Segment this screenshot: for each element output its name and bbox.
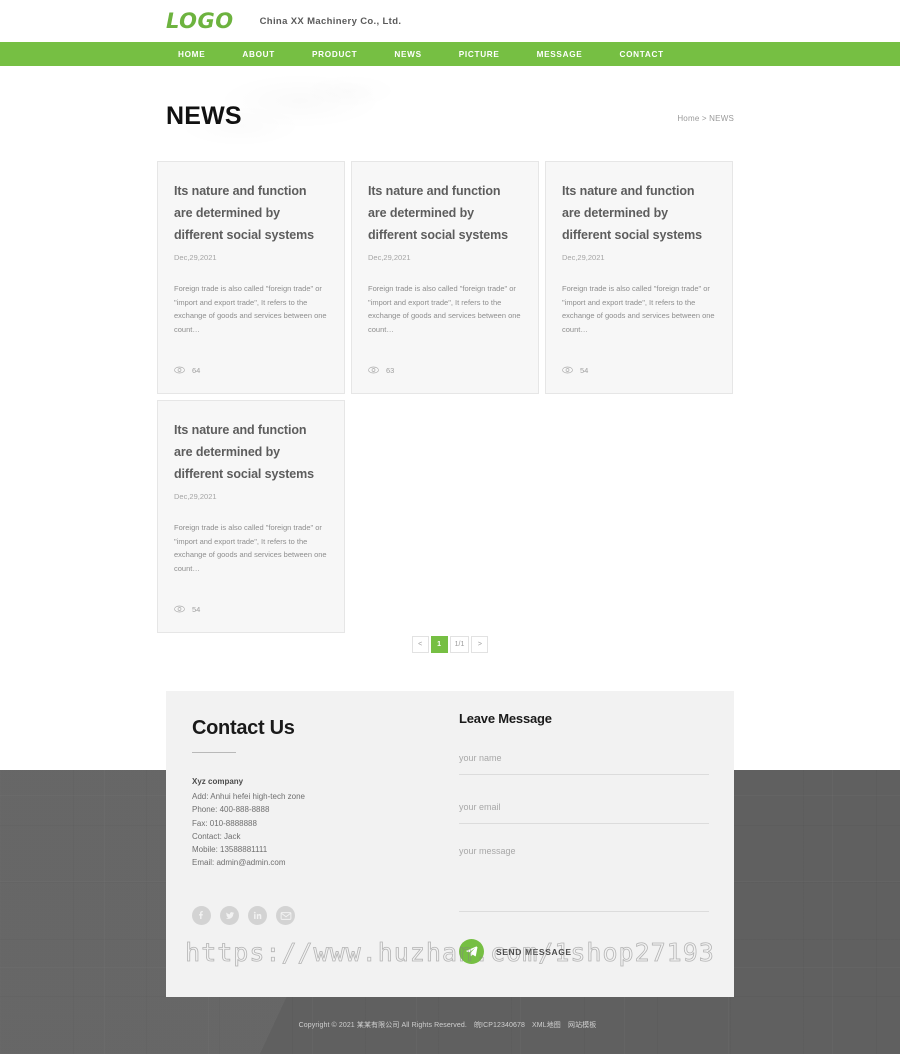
name-input[interactable]: [459, 753, 709, 763]
name-field-wrapper: [459, 748, 709, 775]
footer-copyright: Copyright © 2021 某某有限公司 All Rights Reser…: [298, 1022, 467, 1029]
page-title: NEWS: [166, 102, 242, 130]
news-card-views: 54: [580, 365, 589, 375]
news-card-date: Dec,29,2021: [174, 253, 217, 262]
news-card[interactable]: Its nature and function are determined b…: [157, 161, 345, 394]
news-card-date: Dec,29,2021: [562, 253, 605, 262]
twitter-icon[interactable]: [220, 906, 239, 925]
contact-address: Add: Anhui hefei high-tech zone: [192, 792, 305, 801]
footer-xml-map[interactable]: XML地图: [532, 1022, 561, 1029]
contact-mobile: Mobile: 13588881111: [192, 845, 268, 855]
news-card-date: Dec,29,2021: [174, 492, 217, 501]
breadcrumb[interactable]: Home > NEWS: [677, 114, 734, 123]
pagination: < 1 1/1 >: [0, 636, 900, 653]
news-card-excerpt: Foreign trade is also called "foreign tr…: [562, 284, 715, 334]
news-card-meta: 54: [562, 361, 716, 379]
nav-item-picture[interactable]: PICTURE: [457, 50, 502, 59]
company-name: China XX Machinery Co., Ltd.: [259, 15, 402, 27]
message-field-wrapper: [459, 844, 709, 912]
nav-item-message[interactable]: MESSAGE: [535, 50, 585, 59]
contact-phone: Phone: 400-888-8888: [192, 805, 270, 815]
news-grid: Its nature and function are determined b…: [157, 161, 743, 633]
contact-email: Email: admin@admin.com: [192, 858, 286, 868]
site-footer: Copyright © 2021 某某有限公司 All Rights Reser…: [0, 1014, 900, 1054]
heading-divider: [192, 752, 236, 753]
contact-fax: Fax: 010-8888888: [192, 818, 257, 828]
news-card-excerpt: Foreign trade is also called "foreign tr…: [174, 523, 327, 573]
site-header: LOGO China XX Machinery Co., Ltd.: [0, 0, 900, 42]
page-hero: NEWS Home > NEWS: [0, 66, 900, 161]
form-heading: Leave Message: [459, 711, 552, 726]
eye-icon: [174, 600, 185, 618]
contact-lines: Xyz company Add: Anhui hefei high-tech z…: [192, 777, 442, 870]
news-card[interactable]: Its nature and function are determined b…: [351, 161, 539, 394]
news-card-title: Its nature and function are determined b…: [174, 423, 315, 481]
eye-icon: [368, 361, 379, 379]
send-message-button[interactable]: SEND MESSAGE: [459, 939, 572, 964]
news-card-meta: 64: [174, 361, 328, 379]
news-card-excerpt: Foreign trade is also called "foreign tr…: [368, 284, 521, 334]
pagination-next[interactable]: >: [471, 636, 489, 653]
news-card-views: 54: [192, 604, 201, 614]
eye-icon: [174, 361, 185, 379]
news-card-title: Its nature and function are determined b…: [562, 184, 703, 242]
footer-icp[interactable]: 皖ICP12340678: [474, 1022, 525, 1029]
pagination-page-1[interactable]: 1: [430, 636, 448, 653]
message-input[interactable]: [459, 844, 709, 906]
header-inner: LOGO China XX Machinery Co., Ltd.: [166, 0, 734, 42]
contact-company: Xyz company: [192, 777, 244, 786]
nav-item-news[interactable]: NEWS: [392, 50, 423, 59]
news-card[interactable]: Its nature and function are determined b…: [545, 161, 733, 394]
message-form: Leave Message: [459, 711, 709, 912]
footer-template[interactable]: 网站模板: [568, 1022, 596, 1029]
pagination-prev[interactable]: <: [411, 636, 429, 653]
news-card-excerpt: Foreign trade is also called "foreign tr…: [174, 284, 327, 334]
news-card-views: 64: [192, 365, 201, 375]
linkedin-icon[interactable]: [248, 906, 267, 925]
nav-item-about[interactable]: ABOUT: [240, 50, 277, 59]
contact-info-block: Contact Us Xyz company Add: Anhui hefei …: [192, 717, 442, 870]
news-card-meta: 63: [368, 361, 522, 379]
news-card-date: Dec,29,2021: [368, 253, 411, 262]
news-card-views: 63: [386, 365, 395, 375]
send-icon: [459, 939, 484, 964]
social-links: [192, 906, 295, 925]
news-card-title: Its nature and function are determined b…: [368, 184, 509, 242]
email-icon[interactable]: [276, 906, 295, 925]
facebook-icon[interactable]: [192, 906, 211, 925]
send-message-label: SEND MESSAGE: [496, 946, 572, 957]
news-card[interactable]: Its nature and function are determined b…: [157, 400, 345, 633]
contact-panel: Contact Us Xyz company Add: Anhui hefei …: [166, 691, 734, 997]
nav-item-home[interactable]: HOME: [176, 50, 207, 59]
nav-item-product[interactable]: PRODUCT: [310, 50, 359, 59]
main-navigation: HOME ABOUT PRODUCT NEWS PICTURE MESSAGE …: [0, 42, 900, 66]
pagination-indicator: 1/1: [449, 636, 470, 653]
email-field-wrapper: [459, 797, 709, 824]
contact-heading: Contact Us: [192, 717, 295, 739]
news-card-meta: 54: [174, 600, 328, 618]
nav-item-contact[interactable]: CONTACT: [617, 50, 665, 59]
contact-person: Contact: Jack: [192, 831, 241, 841]
site-logo[interactable]: LOGO: [166, 9, 234, 33]
hero-inner: NEWS Home > NEWS: [166, 66, 734, 161]
footer-text: Copyright © 2021 某某有限公司 All Rights Reser…: [299, 1020, 602, 1030]
email-input[interactable]: [459, 802, 709, 812]
page-root: LOGO China XX Machinery Co., Ltd. HOME A…: [0, 0, 900, 1054]
news-card-title: Its nature and function are determined b…: [174, 184, 315, 242]
eye-icon: [562, 361, 573, 379]
nav-inner: HOME ABOUT PRODUCT NEWS PICTURE MESSAGE …: [166, 42, 734, 66]
